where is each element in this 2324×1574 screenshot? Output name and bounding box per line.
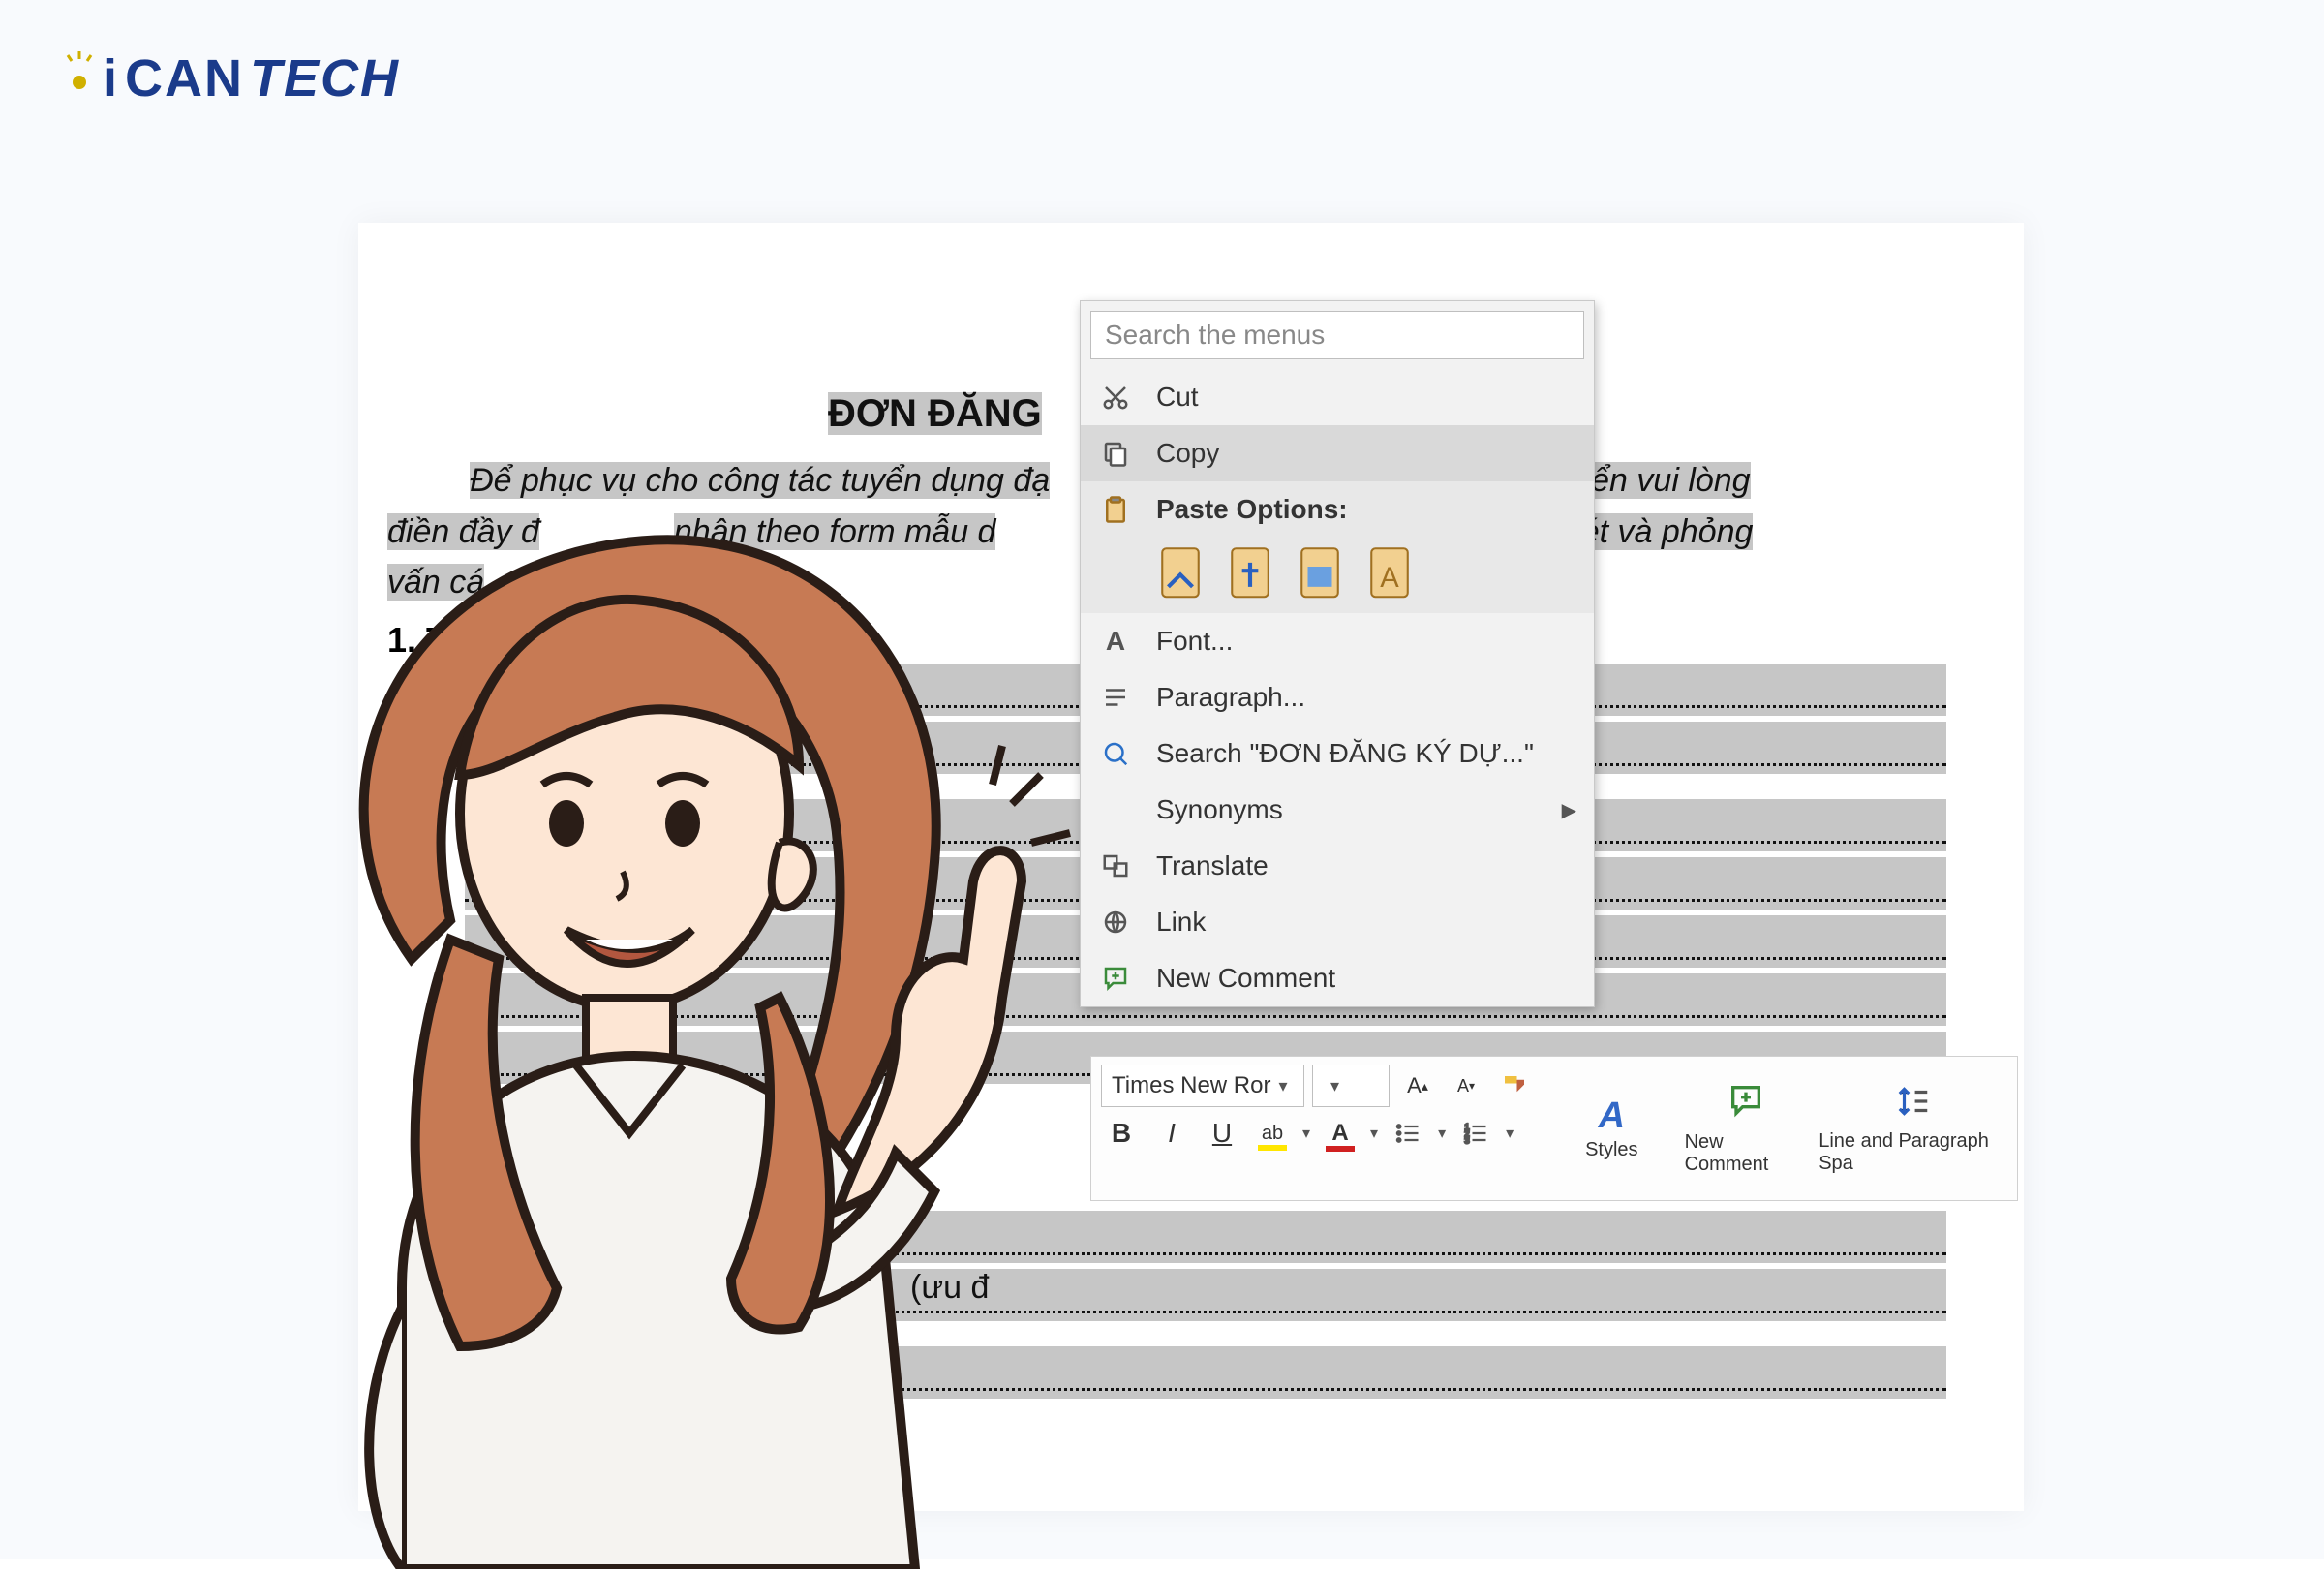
svg-text:3: 3: [1464, 1136, 1469, 1146]
italic-button[interactable]: I: [1151, 1113, 1192, 1154]
menu-new-comment[interactable]: New Comment: [1081, 950, 1594, 1006]
submenu-arrow-icon: ▶: [1562, 798, 1576, 822]
menu-synonyms[interactable]: Synonyms ▶: [1081, 782, 1594, 838]
menu-search-input[interactable]: Search the menus: [1090, 311, 1584, 359]
icantech-logo: i CAN TECH: [58, 48, 400, 108]
menu-paste-options-header: Paste Options:: [1081, 481, 1594, 538]
paste-text-only-icon[interactable]: A: [1365, 545, 1414, 600]
decrease-font-icon[interactable]: A▾: [1446, 1065, 1486, 1106]
logo-tech: TECH: [250, 48, 400, 108]
menu-translate[interactable]: Translate: [1081, 838, 1594, 894]
menu-link[interactable]: Link: [1081, 894, 1594, 950]
paste-options-row: A: [1081, 538, 1594, 613]
logo-i: i: [103, 48, 119, 108]
highlight-color-icon[interactable]: ab: [1252, 1113, 1293, 1154]
menu-search-selection[interactable]: Search "ĐƠN ĐĂNG KÝ DỰ...": [1081, 725, 1594, 782]
dropdown-caret-icon[interactable]: ▾: [1506, 1124, 1514, 1143]
font-size-selector[interactable]: [1312, 1065, 1390, 1107]
dropdown-caret-icon[interactable]: ▾: [1438, 1124, 1446, 1143]
woman-illustration: [257, 455, 1157, 1569]
menu-paragraph[interactable]: Paragraph...: [1081, 669, 1594, 725]
mini-toolbar: Times New Ror A▴ A▾ B I U ab ▾ A: [1090, 1056, 2018, 1201]
bullets-icon[interactable]: [1388, 1113, 1428, 1154]
line-spacing-icon: [1895, 1083, 1932, 1128]
numbering-icon[interactable]: 123: [1455, 1113, 1496, 1154]
underline-button[interactable]: U: [1202, 1113, 1242, 1154]
styles-button[interactable]: A Styles: [1550, 1096, 1673, 1161]
paste-merge-icon[interactable]: [1226, 545, 1274, 600]
menu-font[interactable]: A Font...: [1081, 613, 1594, 669]
lightbulb-icon: [58, 49, 101, 108]
format-painter-icon[interactable]: [1494, 1065, 1535, 1106]
menu-cut[interactable]: Cut: [1081, 369, 1594, 425]
styles-icon: A: [1599, 1096, 1625, 1137]
menu-copy[interactable]: Copy: [1081, 425, 1594, 481]
dropdown-caret-icon[interactable]: ▾: [1370, 1124, 1378, 1143]
font-color-icon[interactable]: A: [1320, 1113, 1361, 1154]
new-comment-button[interactable]: New Comment: [1685, 1081, 1808, 1176]
new-comment-icon: [1727, 1081, 1765, 1129]
document-title: ĐƠN ĐĂNG: [828, 392, 1042, 436]
cut-icon: [1094, 376, 1137, 418]
dropdown-caret-icon[interactable]: ▾: [1302, 1124, 1310, 1143]
line-spacing-button[interactable]: Line and Paragraph Spa: [1819, 1083, 2007, 1175]
paste-keep-source-icon[interactable]: [1156, 545, 1205, 600]
svg-text:A: A: [1380, 563, 1399, 594]
increase-font-icon[interactable]: A▴: [1397, 1065, 1438, 1106]
paste-picture-icon[interactable]: [1296, 545, 1344, 600]
logo-can: CAN: [125, 48, 244, 108]
